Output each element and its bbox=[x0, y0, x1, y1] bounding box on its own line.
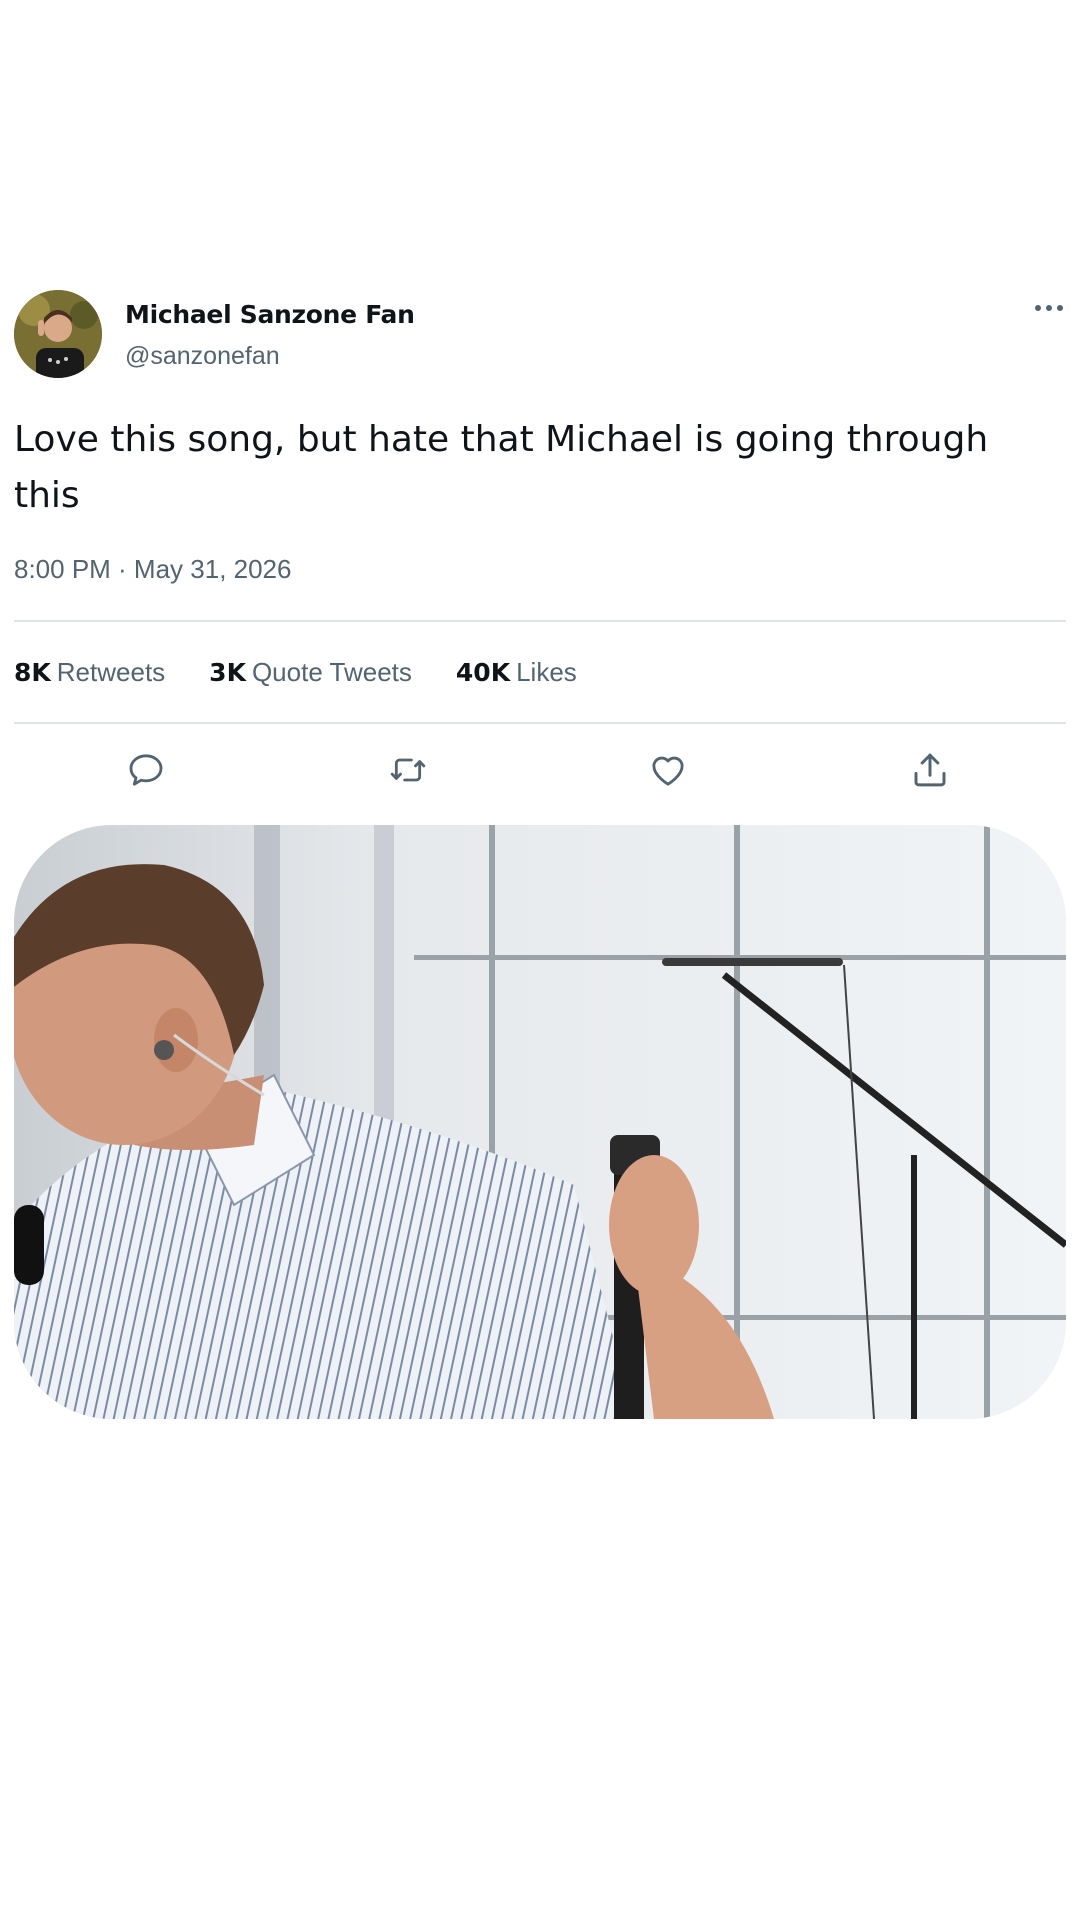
tweet-header: Michael Sanzone Fan @sanzonefan bbox=[14, 290, 1066, 382]
retweets-count: 8K bbox=[14, 657, 51, 687]
likes-count: 40K bbox=[455, 657, 511, 687]
tweet-media-photo[interactable] bbox=[14, 825, 1066, 1419]
retweet-icon[interactable] bbox=[386, 748, 430, 792]
author-name[interactable]: Michael Sanzone Fan bbox=[125, 300, 415, 329]
share-icon[interactable] bbox=[908, 748, 952, 792]
tweet-timestamp[interactable]: 8:00 PM · May 31, 2026 bbox=[14, 554, 1066, 590]
reply-icon[interactable] bbox=[124, 748, 168, 792]
author-handle[interactable]: @sanzonefan bbox=[125, 342, 280, 371]
tweet-stats: 8K Retweets 3K Quote Tweets 40K Likes bbox=[14, 622, 1066, 722]
quote-tweets-count: 3K bbox=[209, 657, 246, 687]
more-options-icon[interactable] bbox=[1032, 298, 1066, 318]
likes-label: Likes bbox=[516, 656, 577, 687]
quote-tweets-stat[interactable]: 3K Quote Tweets bbox=[209, 657, 412, 688]
quote-tweets-label: Quote Tweets bbox=[251, 656, 412, 687]
tweet-text: Love this song, but hate that Michael is… bbox=[14, 419, 989, 516]
tweet-actions bbox=[14, 724, 1066, 824]
avatar[interactable] bbox=[14, 290, 102, 378]
like-icon[interactable] bbox=[646, 748, 690, 792]
retweets-label: Retweets bbox=[56, 656, 166, 687]
retweets-stat[interactable]: 8K Retweets bbox=[14, 657, 165, 688]
likes-stat[interactable]: 40K Likes bbox=[456, 657, 577, 688]
tweet-card: Michael Sanzone Fan @sanzonefan Love thi… bbox=[14, 290, 1066, 824]
